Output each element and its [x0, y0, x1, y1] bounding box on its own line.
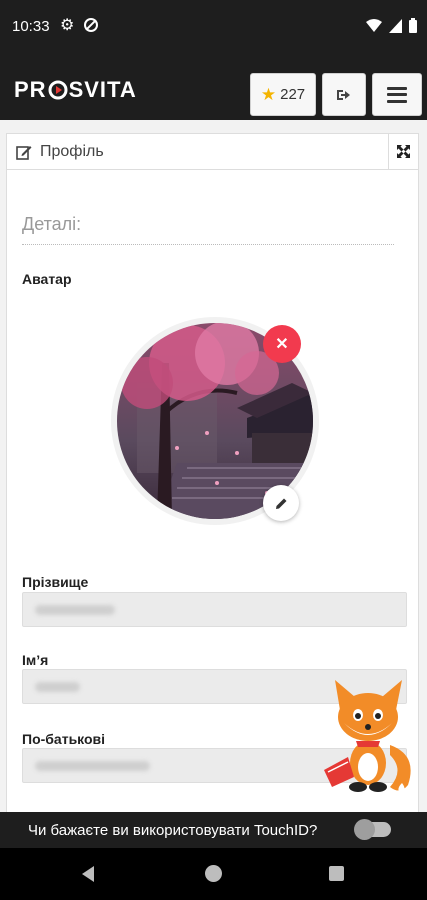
- system-nav-bar: [0, 848, 427, 900]
- remove-avatar-button[interactable]: ✕: [263, 325, 301, 363]
- points-button[interactable]: ★ 227: [250, 73, 316, 116]
- toggle-knob: [354, 819, 375, 840]
- section-title: Деталі:: [22, 214, 82, 234]
- settings-icon: ⚙: [60, 17, 75, 34]
- surname-label: Прізвище: [22, 574, 89, 590]
- back-icon[interactable]: [82, 866, 94, 882]
- points-count: 227: [280, 86, 306, 103]
- logout-icon: [337, 89, 350, 100]
- logout-button[interactable]: [322, 73, 366, 116]
- panel-title: Профіль: [40, 142, 104, 160]
- star-icon: ★: [260, 84, 277, 104]
- app-header: PR SVITA ★ 227: [0, 56, 427, 120]
- edit-icon: [16, 145, 32, 160]
- redacted-value: [35, 682, 80, 692]
- touchid-bar: Чи бажаєте ви використовувати TouchID?: [0, 812, 427, 848]
- notification-off-icon: [84, 18, 98, 32]
- menu-button[interactable]: [372, 73, 422, 116]
- close-icon: ✕: [275, 336, 289, 353]
- fox-mascot[interactable]: [320, 675, 420, 800]
- edit-avatar-button[interactable]: [263, 485, 299, 521]
- surname-field[interactable]: [22, 592, 407, 627]
- expand-button[interactable]: [388, 134, 418, 169]
- prosvita-logo[interactable]: PR SVITA: [14, 77, 137, 103]
- touchid-toggle[interactable]: [354, 819, 391, 840]
- status-icons: [366, 18, 417, 33]
- expand-icon: [397, 145, 410, 158]
- status-time: 10:33: [12, 18, 50, 35]
- divider: [22, 244, 394, 245]
- patronymic-label: По-батькові: [22, 731, 106, 747]
- avatar-label: Аватар: [22, 271, 72, 287]
- pencil-icon: [275, 498, 286, 509]
- name-label: Ім’я: [22, 652, 49, 668]
- panel-header: Профіль: [7, 134, 418, 170]
- signal-icon: [389, 18, 402, 33]
- redacted-value: [35, 761, 150, 771]
- battery-icon: [409, 18, 417, 33]
- menu-icon: [387, 86, 407, 103]
- home-icon[interactable]: [205, 865, 222, 882]
- wifi-icon: [366, 19, 382, 32]
- redacted-value: [35, 605, 115, 615]
- recents-icon[interactable]: [329, 866, 344, 881]
- play-logo-icon: [48, 80, 68, 100]
- status-bar: 10:33 ⚙: [0, 0, 427, 56]
- touchid-prompt: Чи бажаєте ви використовувати TouchID?: [28, 821, 318, 839]
